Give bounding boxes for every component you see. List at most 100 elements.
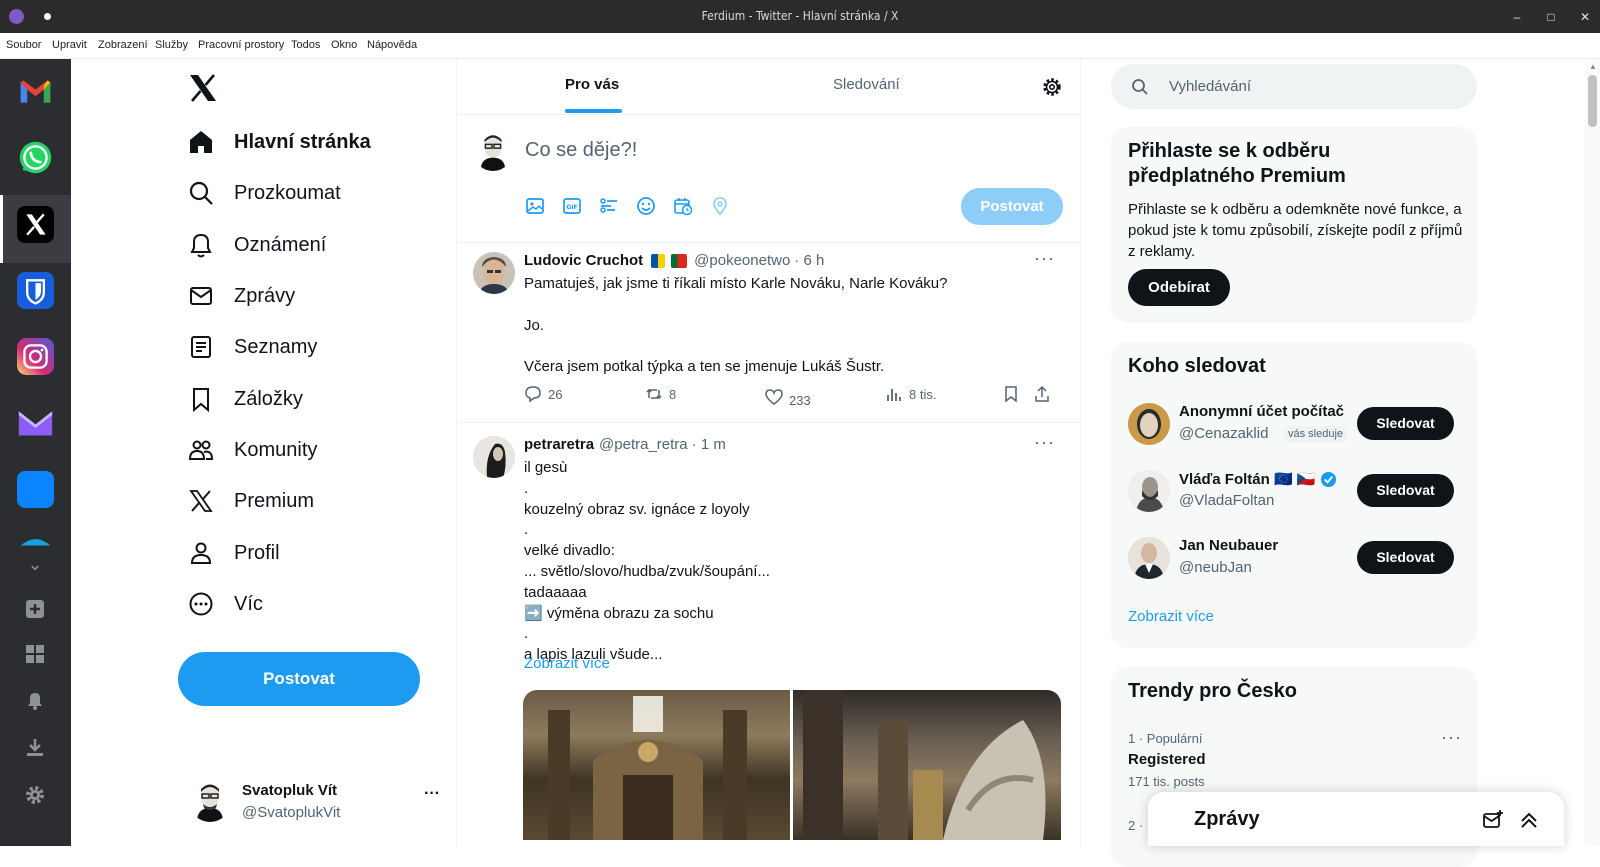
post-button[interactable]: Postovat [178,652,420,706]
app-service-icon[interactable] [17,471,54,508]
follow-button[interactable]: Sledovat [1357,541,1454,574]
show-more-link[interactable]: Zobrazit více [1128,608,1214,625]
repost-button[interactable]: 8 [645,385,676,403]
bookmark-icon[interactable] [1002,385,1020,403]
nav-premium[interactable]: Premium [188,481,314,521]
like-button[interactable]: 233 [765,385,811,408]
tweet-more-icon[interactable]: ··· [1034,248,1055,269]
instagram-icon[interactable] [17,338,54,375]
search-box[interactable]: Vyhledávání [1111,64,1477,109]
menu-soubor[interactable]: Soubor [6,39,41,51]
menu-todos[interactable]: Todos [291,39,320,51]
tweet-author[interactable]: petraretra [524,436,594,453]
tweet[interactable]: petraretra @petra_retra · 1 m ··· il ges… [457,423,1080,846]
gear-icon[interactable] [1042,77,1062,97]
menu-sluzby[interactable]: Služby [155,39,188,51]
avatar[interactable] [1128,537,1170,579]
add-service-icon[interactable] [24,598,46,620]
tab-for-you[interactable]: Pro vás [565,76,619,93]
gif-icon[interactable]: GIF [562,196,582,216]
subscribe-button[interactable]: Odebírat [1128,269,1230,306]
location-icon[interactable] [710,196,730,216]
poll-icon[interactable] [599,196,619,216]
messages-drawer[interactable]: Zprávy [1148,792,1564,846]
repost-count: 8 [669,386,677,402]
more-dots-icon[interactable]: ··· [424,785,440,803]
who-to-follow-card: Koho sledovat Anonymní účet počítač @Cen… [1111,342,1477,648]
suggested-user-handle[interactable]: @VladaFoltan [1179,492,1274,509]
bitwarden-icon[interactable] [17,272,54,309]
trend-more-icon[interactable]: ··· [1441,727,1462,748]
app-service-icon-partial[interactable] [17,534,54,546]
tweet-author[interactable]: Ludovic Cruchot [524,252,643,269]
composer-post-button[interactable]: Postovat [961,188,1063,225]
x-logo-icon[interactable] [188,73,218,103]
account-switcher[interactable]: Svatopluk Vít @SvatoplukVit ··· [189,775,455,833]
follow-button[interactable]: Sledovat [1357,407,1454,440]
proton-mail-icon[interactable] [17,404,54,441]
trend-topic[interactable]: Registered [1128,751,1206,768]
nav-lists[interactable]: Seznamy [188,327,317,367]
scroll-up-arrow-icon[interactable]: ▲ [1589,62,1597,71]
close-icon[interactable]: ✕ [1576,8,1594,26]
avatar[interactable] [473,436,515,478]
nav-more[interactable]: Víc [188,584,263,624]
suggested-user-name[interactable]: Anonymní účet počítač [1179,403,1351,420]
nav-communities[interactable]: Komunity [188,430,317,470]
nav-messages[interactable]: Zprávy [188,276,295,316]
tweet-time[interactable]: · 1 m [692,436,726,453]
expand-up-icon[interactable] [1518,809,1540,831]
settings-icon[interactable] [24,784,46,806]
views-button[interactable]: 8 tis. [885,385,936,403]
suggested-user-name-row[interactable]: Vláďa Foltán 🇪🇺 🇨🇿 [1179,470,1337,488]
minimize-icon[interactable]: – [1508,8,1526,26]
tweet-handle[interactable]: @pokeonetwo [694,252,790,269]
reply-count: 26 [548,386,563,402]
nav-profile[interactable]: Profil [188,533,280,573]
gmail-icon[interactable] [17,73,54,110]
nav-home[interactable]: Hlavní stránka [188,122,371,162]
tweet[interactable]: Ludovic Cruchot @pokeonetwo · 6 h ··· Pa… [457,243,1080,423]
maximize-icon[interactable]: □ [1542,8,1560,26]
follow-button[interactable]: Sledovat [1357,474,1454,507]
menu-upravit[interactable]: Upravit [52,39,87,51]
nav-explore[interactable]: Prozkoumat [188,173,341,213]
nav-bookmarks[interactable]: Záložky [188,379,303,419]
who-to-follow-title: Koho sledovat [1128,355,1266,377]
schedule-icon[interactable] [673,196,693,216]
scrollbar[interactable]: ▲ [1585,59,1600,846]
chevron-down-icon[interactable]: ⌄ [24,553,46,575]
timeline: Pro vás Sledování Co se děje?! GIF Posto… [456,59,1081,846]
avatar[interactable] [473,252,515,294]
menu-zobrazeni[interactable]: Zobrazení [98,39,148,51]
suggested-user-handle[interactable]: @neubJan [1179,559,1252,576]
tweet-handle[interactable]: @petra_retra [599,436,688,453]
scrollbar-thumb[interactable] [1588,75,1597,127]
x-service-icon[interactable] [17,206,54,243]
tweet-image[interactable] [523,690,790,840]
menu-pracovni-prostory[interactable]: Pracovní prostory [198,39,284,51]
avatar[interactable] [1128,470,1170,512]
image-icon[interactable] [525,196,545,216]
menu-napoveda[interactable]: Nápověda [367,39,417,51]
downloads-icon[interactable] [24,736,46,758]
notifications-icon[interactable] [24,689,46,711]
tweet-image[interactable] [793,690,1061,840]
workspaces-icon[interactable] [24,643,46,665]
new-message-icon[interactable] [1482,809,1504,831]
menu-okno[interactable]: Okno [331,39,357,51]
suggested-user-handle[interactable]: @Cenazaklid [1179,425,1268,442]
avatar[interactable] [1128,403,1170,445]
tab-following[interactable]: Sledování [833,76,900,93]
composer-input[interactable]: Co se děje?! [525,139,637,162]
suggested-user-name[interactable]: Jan Neubauer [1179,537,1278,554]
tweet-more-icon[interactable]: ··· [1034,432,1055,453]
reply-button[interactable]: 26 [524,385,562,403]
nav-notifications[interactable]: Oznámení [188,225,326,265]
share-icon[interactable] [1033,385,1051,403]
whatsapp-icon[interactable] [17,139,54,176]
show-more-link[interactable]: Zobrazit více [524,655,610,672]
emoji-icon[interactable] [636,196,656,216]
tweet-time[interactable]: · 6 h [794,252,824,269]
search-input[interactable]: Vyhledávání [1169,78,1251,95]
